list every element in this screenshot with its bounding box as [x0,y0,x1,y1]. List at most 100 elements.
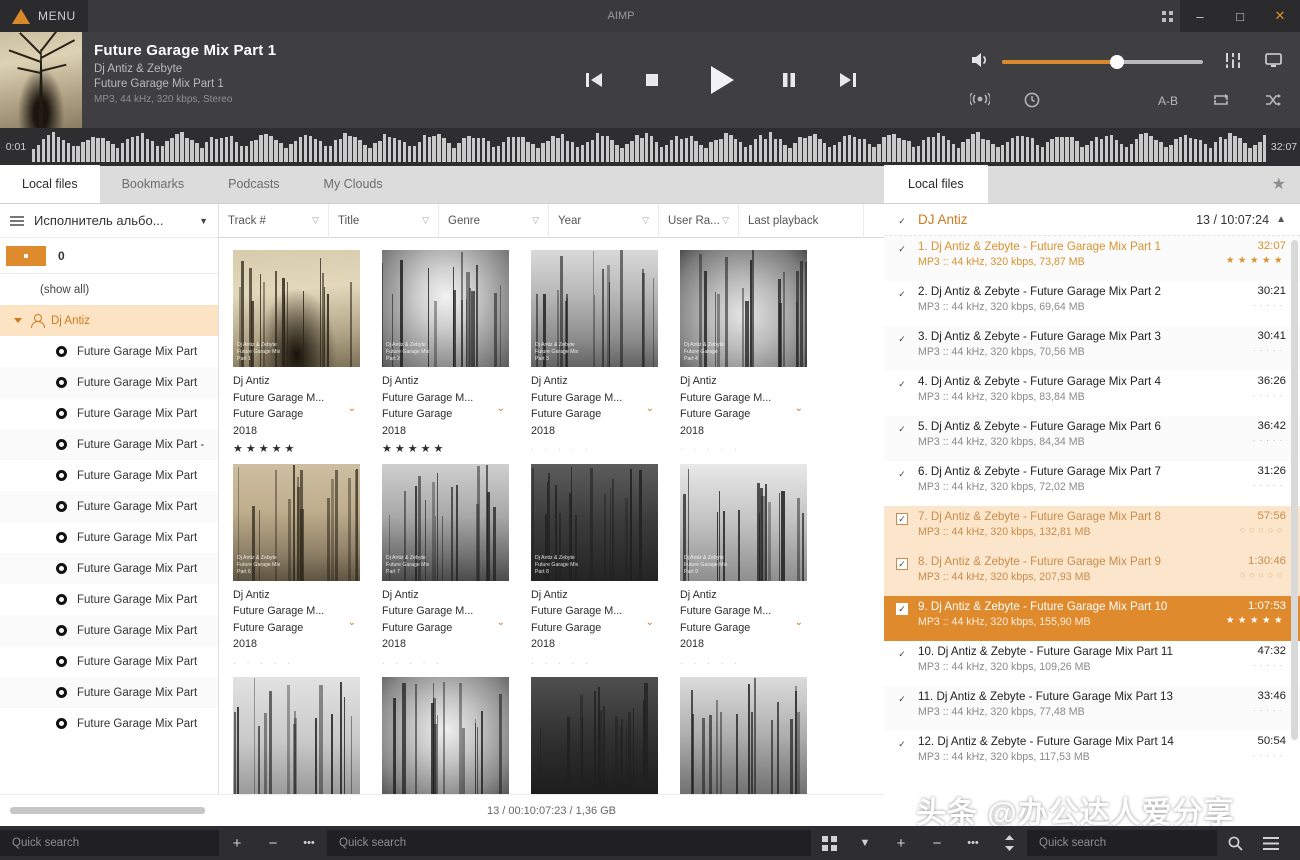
playlist-group-header[interactable]: ✓ DJ Antiz 13 / 10:07:24 ▲ [884,204,1300,236]
track-checkbox[interactable]: ✓ [896,693,908,705]
search-input-mid[interactable]: Quick search [327,830,811,856]
playlist-row[interactable]: ✓ 6. Dj Antiz & Zebyte - Future Garage Mi… [884,461,1300,506]
track-rating[interactable]: ····· [1208,705,1286,716]
playlist-row[interactable]: ✓ 2. Dj Antiz & Zebyte - Future Garage Mi… [884,281,1300,326]
chevron-down-icon[interactable]: ▼ [847,826,883,860]
remove-button-right[interactable]: − [919,826,955,860]
shuffle-icon[interactable] [1264,93,1282,110]
remove-button-left[interactable]: − [255,826,291,860]
expand-icon[interactable]: ⌄ [497,617,505,628]
sidebar-track-item[interactable]: Future Garage Mix Part [0,584,218,615]
hamburger-icon[interactable] [10,215,24,226]
more-button-left[interactable]: ••• [291,826,327,860]
grid-view-icon[interactable] [811,826,847,860]
minimize-icon[interactable]: – [1180,0,1220,32]
album-rating[interactable]: · · · · · [233,655,360,672]
album-rating[interactable]: · · · · · [531,441,658,458]
track-checkbox[interactable]: ✓ [896,423,908,435]
track-rating[interactable]: ····· [1208,480,1286,491]
tab-podcasts[interactable]: Podcasts [206,165,301,203]
pause-icon[interactable] [777,68,801,92]
album-card[interactable]: Dj Antiz & Zebyte Future Garage Mix Part 8… [531,463,680,672]
more-button-right[interactable]: ••• [955,826,991,860]
broadcast-icon[interactable] [969,92,991,111]
expand-icon[interactable]: ⌄ [795,403,803,414]
track-checkbox[interactable]: ✓ [896,288,908,300]
album-artwork[interactable]: Dj Antiz & Zebyte Future Garage Part 4 [680,250,807,367]
seek-bar[interactable]: 0:01 32:07 [0,128,1300,166]
equalizer-icon[interactable] [1225,53,1241,71]
album-artwork[interactable]: Dj Antiz & Zebyte Future Garage Mix Part 6 [233,463,360,581]
track-checkbox[interactable]: ✓ [896,468,908,480]
playlist-row[interactable]: ✓ 1. Dj Antiz & Zebyte - Future Garage Mi… [884,236,1300,281]
menu-button[interactable]: MENU [0,0,88,32]
sidebar-track-item[interactable]: Future Garage Mix Part [0,522,218,553]
sort-updown-icon[interactable] [991,826,1027,860]
album-card[interactable]: Dj Antiz & Zebyte Future Garage Part 4 Dj A… [680,250,829,458]
horizontal-scrollbar[interactable] [10,807,205,814]
playlist-row[interactable]: ✓ 11. Dj Antiz & Zebyte - Future Garage M… [884,686,1300,731]
chevron-down-icon[interactable]: ▼ [199,216,208,226]
album-artwork[interactable] [531,677,658,794]
tab-bookmarks[interactable]: Bookmarks [100,165,207,203]
album-artwork[interactable]: Dj Antiz & Zebyte Future Garage Mix Part 1 [233,250,360,367]
sidebar-item-show-all[interactable]: (show all) [0,274,218,305]
track-rating[interactable]: ····· [1208,660,1286,671]
expand-icon[interactable]: ⌄ [497,403,505,414]
track-rating[interactable]: ····· [1208,750,1286,761]
track-checkbox[interactable]: ✓ [896,243,908,255]
search-icon[interactable] [1217,826,1253,860]
search-input-left[interactable]: Quick search [0,830,219,856]
album-artwork[interactable]: Dj Antiz & Zebyte Future Garage Mix Part 9 [680,463,807,581]
track-checkbox[interactable]: ✓ [896,603,908,615]
filter-chip[interactable] [6,245,46,266]
track-rating[interactable]: ····· [1208,345,1286,356]
playlist-row[interactable]: ✓ 5. Dj Antiz & Zebyte - Future Garage Mi… [884,416,1300,461]
playlist-row[interactable]: ✓ 7. Dj Antiz & Zebyte - Future Garage Mi… [884,506,1300,551]
playlist-row[interactable]: ✓ 10. Dj Antiz & Zebyte - Future Garage M… [884,641,1300,686]
close-icon[interactable]: ✕ [1260,0,1300,32]
chevron-down-icon[interactable] [14,318,22,323]
column-header-last-playback[interactable]: Last playback [739,203,864,238]
monitor-icon[interactable] [1265,53,1282,71]
album-card[interactable]: Dj Antiz & Zebyte Future Garage Mix Part 1… [233,250,382,458]
search-input-right[interactable]: Quick search [1027,830,1217,856]
tab-local-files[interactable]: Local files [0,165,100,203]
waveform-display[interactable] [32,130,1268,164]
track-rating[interactable]: ★★★★★ [1208,255,1286,266]
filter-icon[interactable]: ▽ [312,215,319,226]
sidebar-track-item[interactable]: Future Garage Mix Part [0,491,218,522]
album-rating[interactable]: · · · · · [680,441,807,458]
album-rating[interactable]: · · · · · [382,655,509,672]
album-card[interactable]: Dj Antiz & Zebyte Future Garage Mix Part 7… [382,463,531,672]
tab-my-clouds[interactable]: My Clouds [302,165,405,203]
maximize-icon[interactable]: □ [1220,0,1260,32]
album-card[interactable] [531,677,680,794]
play-icon[interactable] [699,59,741,101]
volume-slider[interactable] [1002,55,1203,69]
playlist-row[interactable]: ✓ 12. Dj Antiz & Zebyte - Future Garage M… [884,731,1300,776]
sidebar-track-item[interactable]: Future Garage Mix Part [0,615,218,646]
album-artwork[interactable]: Dj Antiz & Zebyte Future Garage Mix Part 8 [531,463,658,581]
speaker-icon[interactable] [970,51,990,74]
track-rating[interactable]: ····· [1208,390,1286,401]
album-rating[interactable]: · · · · · [531,655,658,672]
album-card[interactable] [382,677,531,794]
column-header-user-ra[interactable]: User Ra... ▽ [659,203,739,238]
playlist-row[interactable]: ✓ 3. Dj Antiz & Zebyte - Future Garage Mi… [884,326,1300,371]
album-artwork[interactable]: Dj Antiz & Zebyte Future Garage Mix Part 2 [382,250,509,367]
sidebar-track-item[interactable]: Future Garage Mix Part [0,553,218,584]
sidebar-item-artist[interactable]: Dj Antiz [0,305,218,336]
sidebar-track-item[interactable]: Future Garage Mix Part [0,336,218,367]
track-checkbox[interactable]: ✓ [896,648,908,660]
album-rating[interactable]: ★★★★★ [233,441,360,458]
album-artwork[interactable]: Dj Antiz & Zebyte Future Garage Mix Part 7 [382,463,509,581]
track-rating[interactable]: ····· [1208,300,1286,311]
album-artwork[interactable] [233,677,360,794]
column-header-track[interactable]: Track # ▽ [219,203,329,238]
track-checkbox[interactable]: ✓ [896,378,908,390]
group-checkbox[interactable]: ✓ [896,215,908,227]
album-artwork[interactable] [680,677,807,794]
sidebar-track-item[interactable]: Future Garage Mix Part - [0,429,218,460]
playlist-row[interactable]: ✓ 8. Dj Antiz & Zebyte - Future Garage Mi… [884,551,1300,596]
